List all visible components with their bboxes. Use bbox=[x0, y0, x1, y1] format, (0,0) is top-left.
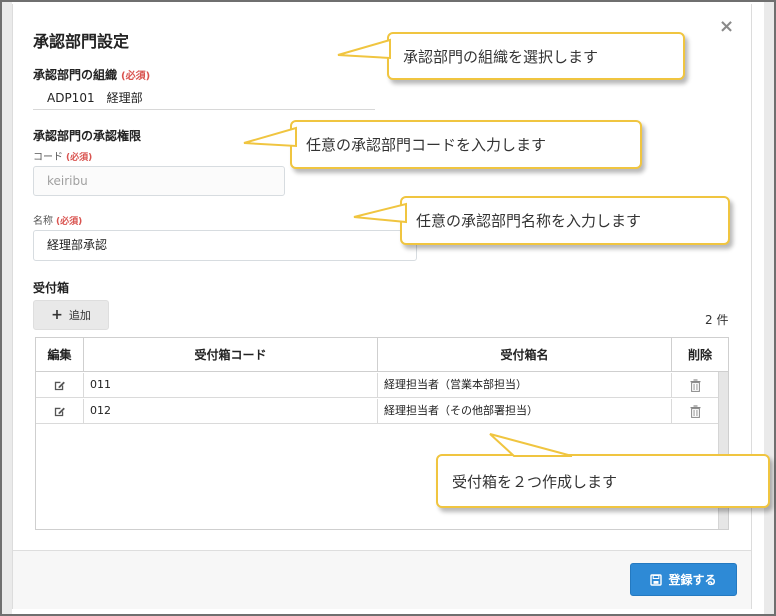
plus-icon: + bbox=[51, 307, 63, 323]
table-row: 012 経理担当者（その他部署担当） bbox=[36, 399, 718, 424]
delete-cell bbox=[672, 373, 718, 398]
code-label: コード (必須) bbox=[33, 152, 93, 163]
callout-name: 任意の承認部門名称を入力します bbox=[400, 196, 730, 245]
callout-org: 承認部門の組織を選択します bbox=[387, 32, 685, 80]
background-strip-left bbox=[2, 2, 12, 614]
register-label: 登録する bbox=[668, 573, 717, 587]
trash-icon[interactable] bbox=[690, 378, 701, 392]
inbox-code-cell: 011 bbox=[84, 373, 378, 398]
table-header: 編集 受付箱コード 受付箱名 削除 bbox=[36, 338, 728, 372]
callout-pointer bbox=[489, 433, 573, 457]
close-icon[interactable]: × bbox=[719, 18, 734, 36]
callout-pointer bbox=[353, 202, 407, 224]
background-strip-right bbox=[764, 2, 774, 614]
required-mark: (必須) bbox=[121, 71, 151, 82]
edit-icon[interactable] bbox=[53, 405, 66, 418]
name-label: 名称 (必須) bbox=[33, 216, 83, 227]
inbox-code-cell: 012 bbox=[84, 399, 378, 424]
screenshot-frame: 承認部門設定 × 承認部門の組織 (必須) ADP101 経理部 承認部門の承認権限… bbox=[0, 0, 776, 616]
inbox-name-cell: 経理担当者（営業本部担当） bbox=[378, 373, 672, 398]
org-selector[interactable]: ADP101 経理部 bbox=[33, 88, 375, 110]
save-icon bbox=[650, 573, 663, 586]
callout-inbox: 受付箱を２つ作成します bbox=[436, 454, 770, 508]
code-input[interactable]: keiribu bbox=[33, 166, 285, 196]
delete-cell bbox=[672, 399, 718, 424]
add-label: 追加 bbox=[68, 309, 91, 322]
table-row: 011 経理担当者（営業本部担当） bbox=[36, 373, 718, 398]
org-label: 承認部門の組織 (必須) bbox=[33, 68, 151, 82]
inbox-label: 受付箱 bbox=[33, 281, 70, 295]
inbox-name-cell: 経理担当者（その他部署担当） bbox=[378, 399, 672, 424]
col-delete: 削除 bbox=[687, 348, 712, 362]
approval-dept-dialog: 承認部門設定 × 承認部門の組織 (必須) ADP101 経理部 承認部門の承認権限… bbox=[12, 4, 752, 609]
col-inbox-code: 受付箱コード bbox=[84, 338, 378, 372]
col-edit: 編集 bbox=[36, 338, 84, 372]
trash-icon[interactable] bbox=[690, 404, 701, 418]
callout-code: 任意の承認部門コードを入力します bbox=[290, 120, 642, 169]
name-input[interactable]: 経理部承認 bbox=[33, 230, 417, 261]
required-mark: (必須) bbox=[56, 217, 83, 227]
callout-pointer bbox=[337, 38, 391, 60]
dialog-title: 承認部門設定 bbox=[33, 32, 130, 51]
edit-icon[interactable] bbox=[53, 379, 66, 392]
edit-cell bbox=[36, 399, 84, 424]
callout-pointer bbox=[243, 126, 297, 148]
dialog-footer: 登録する bbox=[13, 550, 751, 609]
col-inbox-name: 受付箱名 bbox=[378, 338, 672, 372]
required-mark: (必須) bbox=[66, 153, 93, 163]
add-inbox-button[interactable]: + 追加 bbox=[33, 300, 109, 330]
org-name: 経理部 bbox=[106, 91, 143, 105]
edit-cell bbox=[36, 373, 84, 398]
org-code: ADP101 bbox=[47, 91, 95, 105]
inbox-count: 2 件 bbox=[705, 313, 729, 327]
authority-label: 承認部門の承認権限 bbox=[33, 129, 142, 143]
register-button[interactable]: 登録する bbox=[630, 563, 737, 596]
